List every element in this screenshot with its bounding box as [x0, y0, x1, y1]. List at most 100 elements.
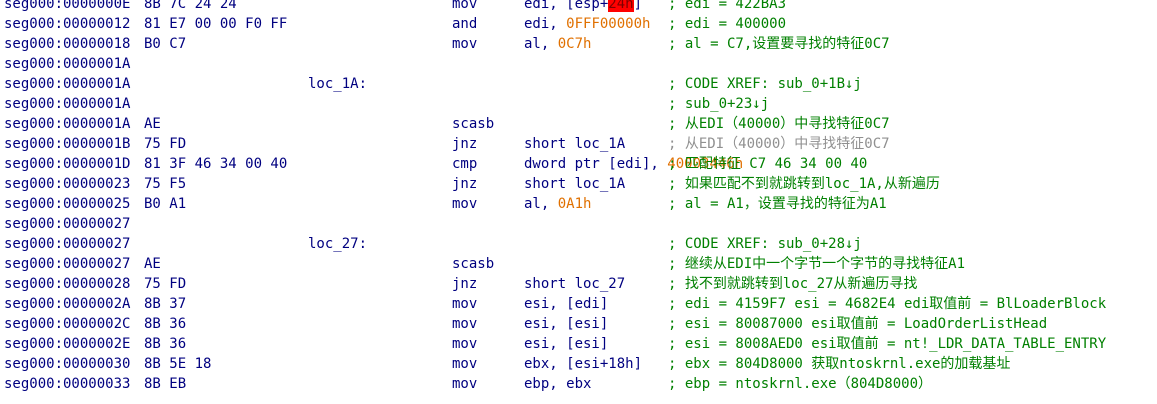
listing-line[interactable]: seg000:00000025 B0 A1 mov al, 0A1h ; al = A1…	[0, 194, 1157, 214]
listing-line[interactable]: seg000:0000001A ; sub_0+23↓j	[0, 94, 1157, 114]
comment: ; CODE XREF: sub_0+28↓j	[668, 236, 862, 252]
operands[interactable]: edi, [esp+24h]	[524, 0, 642, 14]
code-label[interactable]: loc_1A:	[308, 74, 367, 94]
opcode-bytes: 8B 36	[144, 336, 187, 352]
address: seg000:00000028	[4, 276, 131, 292]
operands[interactable]: edi, 0FFF00000h	[524, 14, 650, 34]
address: seg000:00000025	[4, 196, 131, 212]
operand-text: short loc_27	[524, 276, 626, 292]
address: seg000:00000027	[4, 216, 131, 232]
listing-line[interactable]: seg000:0000001B 75 FD jnz short loc_1A ; 从ED…	[0, 134, 1157, 154]
listing-line[interactable]: seg000:00000027	[0, 214, 1157, 234]
listing-line[interactable]: seg000:0000002C 8B 36 mov esi, [esi] ; esi =…	[0, 314, 1157, 334]
listing-line[interactable]: seg000:00000028 75 FD jnz short loc_27 ; 找不到…	[0, 274, 1157, 294]
immediate-value: 0A1h	[557, 196, 592, 212]
opcode-bytes: 8B EB	[144, 376, 187, 392]
opcode-bytes: 81 3F 46 34 00 40	[144, 156, 288, 172]
mnemonic: scasb	[452, 116, 495, 132]
listing-line[interactable]: seg000:0000002A 8B 37 mov esi, [edi] ; edi =…	[0, 294, 1157, 314]
listing-line[interactable]: seg000:00000027 loc_27: ; CODE XREF: sub_0…	[0, 234, 1157, 254]
comment: ; 从EDI（40000）中寻找特征0C7	[668, 116, 890, 132]
mnemonic: mov	[452, 376, 478, 392]
address: seg000:0000001B	[4, 136, 131, 152]
listing-line[interactable]: seg000:0000001A loc_1A: ; CODE XREF: sub_0…	[0, 74, 1157, 94]
address: seg000:00000027	[4, 256, 131, 272]
address: seg000:00000018	[4, 36, 131, 52]
address: seg000:0000002C	[4, 316, 131, 332]
mnemonic: mov	[452, 0, 478, 12]
mnemonic: jnz	[452, 136, 478, 152]
opcode-bytes: 8B 5E 18	[144, 356, 212, 372]
comment: ; 匹配特征 C7 46 34 00 40	[668, 156, 868, 172]
address: seg000:0000002A	[4, 296, 131, 312]
comment: ; sub_0+23↓j	[668, 96, 770, 112]
comment: ; esi = 8008AED0 esi取值前 = nt!_LDR_DATA_T…	[668, 336, 1107, 352]
operands[interactable]: esi, [esi]	[524, 334, 608, 354]
mnemonic: jnz	[452, 176, 478, 192]
address: seg000:0000001A	[4, 116, 131, 132]
address: seg000:00000027	[4, 236, 131, 252]
mnemonic: mov	[452, 296, 478, 312]
comment: ; esi = 80087000 esi取值前 = LoadOrderListH…	[668, 316, 1048, 332]
disassembly-listing[interactable]: seg000:0000000E 8B 7C 24 24 mov edi, [esp+2…	[0, 0, 1157, 394]
comment: ; CODE XREF: sub_0+1B↓j	[668, 76, 862, 92]
mnemonic: cmp	[452, 156, 478, 172]
comment: ; edi = 4159F7 esi = 4682E4 edi取值前 = BlL…	[668, 296, 1107, 312]
mnemonic: mov	[452, 316, 478, 332]
comment: ; 如果匹配不到就跳转到loc_1A,从新遍历	[668, 176, 940, 192]
address: seg000:0000001A	[4, 56, 131, 72]
operand-text: short loc_1A	[524, 176, 626, 192]
address: seg000:0000001D	[4, 156, 131, 172]
operands[interactable]: esi, [esi]	[524, 314, 608, 334]
operands[interactable]: short loc_1A	[524, 134, 625, 154]
opcode-bytes: AE	[144, 116, 161, 132]
operand-text: dword ptr [edi],	[524, 156, 668, 172]
opcode-bytes: AE	[144, 256, 161, 272]
comment: ; ebx = 804D8000 获取ntoskrnl.exe的加载基址	[668, 356, 1011, 372]
opcode-bytes: 81 E7 00 00 F0 FF	[144, 16, 288, 32]
listing-line[interactable]: seg000:00000030 8B 5E 18 mov ebx, [esi+18h]…	[0, 354, 1157, 374]
operand-text: esi, [esi]	[524, 316, 609, 332]
operands[interactable]: al, 0A1h	[524, 194, 591, 214]
comment: ; 找不到就跳转到loc_27从新遍历寻找	[668, 276, 918, 292]
operand-text: ebx, [esi+18h]	[524, 356, 643, 372]
listing-line[interactable]: seg000:0000002E 8B 36 mov esi, [esi] ; esi =…	[0, 334, 1157, 354]
listing-line[interactable]: seg000:00000012 81 E7 00 00 F0 FF and edi, …	[0, 14, 1157, 34]
opcode-bytes: B0 C7	[144, 36, 187, 52]
comment: ; edi = 400000	[668, 16, 787, 32]
listing-line[interactable]: seg000:00000027 AE scasb ; 继续从EDI中一个字节一个字节的…	[0, 254, 1157, 274]
comment: ; 从EDI（40000）中寻找特征0C7	[668, 136, 890, 152]
opcode-bytes: 75 F5	[144, 176, 187, 192]
listing-line[interactable]: seg000:0000001A AE scasb ; 从EDI（40000）中寻找特征…	[0, 114, 1157, 134]
immediate-value: 0FFF00000h	[566, 16, 651, 32]
mnemonic: jnz	[452, 276, 478, 292]
comment: ; al = A1，设置寻找的特征为A1	[668, 196, 887, 212]
listing-line[interactable]: seg000:0000001D 81 3F 46 34 00 40 cmp dword…	[0, 154, 1157, 174]
operands[interactable]: ebp, ebx	[524, 374, 591, 394]
address: seg000:0000001A	[4, 96, 131, 112]
address: seg000:0000001A	[4, 76, 131, 92]
operand-text: al,	[524, 196, 558, 212]
operands[interactable]: short loc_27	[524, 274, 625, 294]
code-label[interactable]: loc_27:	[308, 234, 367, 254]
opcode-bytes: 8B 7C 24 24	[144, 0, 237, 12]
address: seg000:0000000E	[4, 0, 131, 12]
listing-line[interactable]: seg000:0000000E 8B 7C 24 24 mov edi, [esp+2…	[0, 0, 1157, 14]
address: seg000:00000023	[4, 176, 131, 192]
mnemonic: mov	[452, 196, 478, 212]
address: seg000:0000002E	[4, 336, 131, 352]
operand-text: edi,	[524, 16, 567, 32]
address: seg000:00000012	[4, 16, 131, 32]
operand-text: esi, [esi]	[524, 336, 609, 352]
listing-line[interactable]: seg000:0000001A	[0, 54, 1157, 74]
operands[interactable]: esi, [edi]	[524, 294, 608, 314]
operand-text: short loc_1A	[524, 136, 626, 152]
listing-line[interactable]: seg000:00000018 B0 C7 mov al, 0C7h ; al = C7…	[0, 34, 1157, 54]
listing-line[interactable]: seg000:00000033 8B EB mov ebp, ebx ; ebp = n…	[0, 374, 1157, 394]
operands[interactable]: ebx, [esi+18h]	[524, 354, 642, 374]
operands[interactable]: short loc_1A	[524, 174, 625, 194]
operands[interactable]: al, 0C7h	[524, 34, 591, 54]
opcode-bytes: 8B 37	[144, 296, 187, 312]
opcode-bytes: 75 FD	[144, 276, 187, 292]
listing-line[interactable]: seg000:00000023 75 F5 jnz short loc_1A ; 如果匹…	[0, 174, 1157, 194]
